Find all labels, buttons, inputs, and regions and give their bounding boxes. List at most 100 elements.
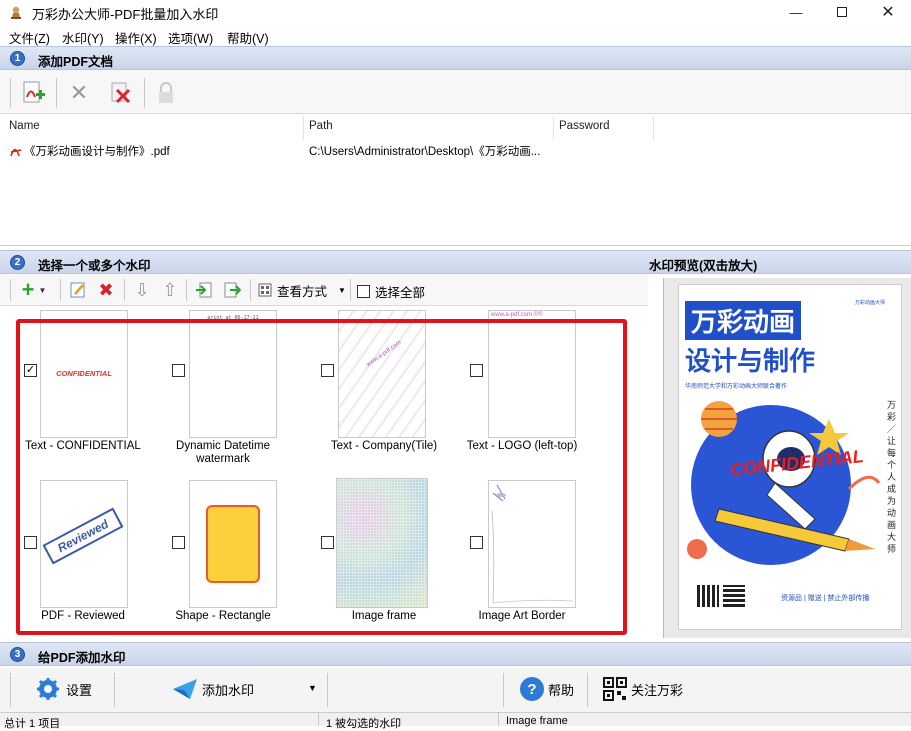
view-mode-label: 查看方式 — [277, 284, 328, 299]
app-icon — [11, 6, 21, 19]
gear-icon — [37, 678, 59, 700]
settings-button[interactable]: 设置 — [36, 677, 92, 701]
column-name[interactable]: Name — [9, 120, 40, 132]
view-mode-dropdown[interactable]: 查看方式 ▼ — [258, 281, 346, 299]
follow-button[interactable]: 关注万彩 — [603, 677, 683, 701]
table-row[interactable]: 《万彩动画设计与制作》.pdf C:\Users\Administrator\D… — [0, 140, 911, 160]
minimize-button[interactable]: — — [773, 0, 819, 24]
preview-illustration — [687, 401, 881, 565]
move-down-button[interactable]: ⇩ — [130, 279, 154, 301]
section-apply-header: 3 给PDF添加水印 — [0, 642, 911, 666]
column-divider[interactable] — [653, 116, 654, 140]
section-select-watermark-header: 2 选择一个或多个水印 水印预览(双击放大) — [0, 250, 911, 274]
step-badge: 1 — [10, 51, 25, 66]
edit-icon — [70, 282, 85, 298]
password-button[interactable] — [152, 78, 180, 108]
move-up-button[interactable]: ⇧ — [158, 279, 182, 301]
menu-options[interactable]: 选项(W) — [168, 28, 213, 47]
select-all-checkbox[interactable]: 选择全部 — [357, 282, 425, 301]
toolbar-divider — [186, 279, 187, 301]
qr-code-icon — [697, 585, 719, 607]
menu-bar: 文件(Z) 水印(Y) 操作(X) 选项(W) 帮助(V) — [0, 24, 911, 46]
close-icon: ✕ — [881, 4, 895, 21]
menu-help[interactable]: 帮助(V) — [227, 28, 269, 47]
delete-icon: ✖ — [98, 279, 114, 300]
toolbar-divider — [10, 673, 11, 707]
toolbar-divider — [10, 279, 11, 301]
preview-page: 万彩动画 设计与制作 华南师范大学和万彩动画大师联合著作 万彩动画大师 万彩／让… — [678, 284, 902, 630]
follow-label: 关注万彩 — [631, 682, 684, 698]
step-badge: 2 — [10, 255, 25, 270]
status-divider — [318, 713, 319, 726]
menu-file[interactable]: 文件(Z) — [9, 28, 50, 47]
toolbar-divider — [124, 279, 125, 301]
toolbar-divider — [144, 78, 145, 108]
toolbar-divider — [587, 673, 588, 707]
add-watermark-dropdown[interactable]: + ▼ — [16, 277, 52, 302]
help-icon: ? — [520, 677, 544, 701]
toolbar-divider — [250, 279, 251, 301]
file-toolbar: ✕ — [0, 70, 911, 114]
highlight-box — [16, 319, 627, 635]
add-watermark-label: 添加水印 — [202, 682, 255, 698]
pdf-file-list — [0, 114, 911, 246]
caret-down-icon: ▼ — [308, 683, 317, 693]
settings-label: 设置 — [66, 682, 93, 698]
export-icon — [224, 282, 241, 298]
delete-x-icon: ✕ — [69, 80, 89, 105]
export-button[interactable] — [220, 279, 244, 301]
view-grid-icon — [258, 283, 272, 297]
caret-down-icon: ▼ — [38, 285, 47, 295]
maximize-button[interactable] — [819, 0, 865, 24]
preview-vertical-text: 万彩／让每个人成为动画大师 — [887, 400, 897, 554]
action-bar: 设置 添加水印 ▼ ? 帮助 关注万彩 — [0, 667, 911, 713]
step-badge: 3 — [10, 647, 25, 662]
help-button[interactable]: ? 帮助 — [520, 677, 574, 701]
status-total: 总计 1 项目 — [4, 718, 61, 730]
toolbar-divider — [503, 673, 504, 707]
toolbar-divider — [60, 279, 61, 301]
toolbar-divider — [114, 673, 115, 707]
section-add-pdf-header: 1 添加PDF文档 — [0, 46, 911, 70]
preview-label: 水印预览(双击放大) — [649, 259, 758, 273]
column-divider[interactable] — [303, 116, 304, 140]
edit-watermark-button[interactable] — [66, 279, 90, 301]
remove-all-button[interactable] — [106, 78, 136, 108]
import-button[interactable] — [192, 279, 216, 301]
caret-down-icon: ▼ — [338, 285, 346, 295]
add-watermark-dropdown-arrow[interactable]: ▼ — [308, 683, 317, 693]
preview-footer: 资源品 | 赠送 | 禁止外部传播 — [781, 595, 870, 602]
preview-title-line2: 设计与制作 — [685, 346, 816, 376]
minimize-icon: — — [789, 4, 803, 20]
toolbar-divider — [56, 78, 57, 108]
column-path[interactable]: Path — [309, 120, 333, 132]
column-divider[interactable] — [553, 116, 554, 140]
arrow-down-icon: ⇩ — [134, 279, 150, 300]
add-pdf-button[interactable] — [18, 78, 50, 108]
add-watermark-button[interactable]: 添加水印 — [172, 677, 254, 701]
column-password[interactable]: Password — [559, 120, 610, 132]
close-button[interactable]: ✕ — [865, 0, 911, 24]
import-icon — [196, 282, 212, 298]
file-name: 《万彩动画设计与制作》.pdf — [24, 146, 170, 158]
paper-plane-icon — [173, 679, 197, 699]
maximize-icon — [837, 7, 847, 17]
remove-button[interactable]: ✕ — [64, 78, 94, 108]
menu-watermark[interactable]: 水印(Y) — [62, 28, 104, 47]
menu-operation[interactable]: 操作(X) — [115, 28, 157, 47]
status-bar: 总计 1 项目 1 被勾选的水印 Image frame — [0, 713, 911, 730]
section-title: 添加PDF文档 — [38, 55, 114, 69]
watermark-toolbar: + ▼ ✖ ⇩ ⇧ 查看方式 ▼ 选择全部 — [0, 274, 648, 306]
checkbox[interactable] — [357, 285, 370, 298]
lock-icon — [159, 82, 173, 103]
watermark-preview[interactable]: 万彩动画 设计与制作 华南师范大学和万彩动画大师联合著作 万彩动画大师 万彩／让… — [663, 278, 911, 638]
qr-code-icon — [723, 585, 745, 607]
section-title: 选择一个或多个水印 — [38, 259, 151, 273]
delete-watermark-button[interactable]: ✖ — [94, 279, 118, 301]
preview-brand: 万彩动画大师 — [855, 300, 886, 306]
file-path: C:\Users\Administrator\Desktop\《万彩动画... — [309, 146, 541, 158]
help-label: 帮助 — [548, 682, 575, 698]
status-selected: 1 被勾选的水印 — [326, 718, 402, 730]
status-current: Image frame — [506, 715, 568, 727]
select-all-label: 选择全部 — [375, 286, 426, 300]
